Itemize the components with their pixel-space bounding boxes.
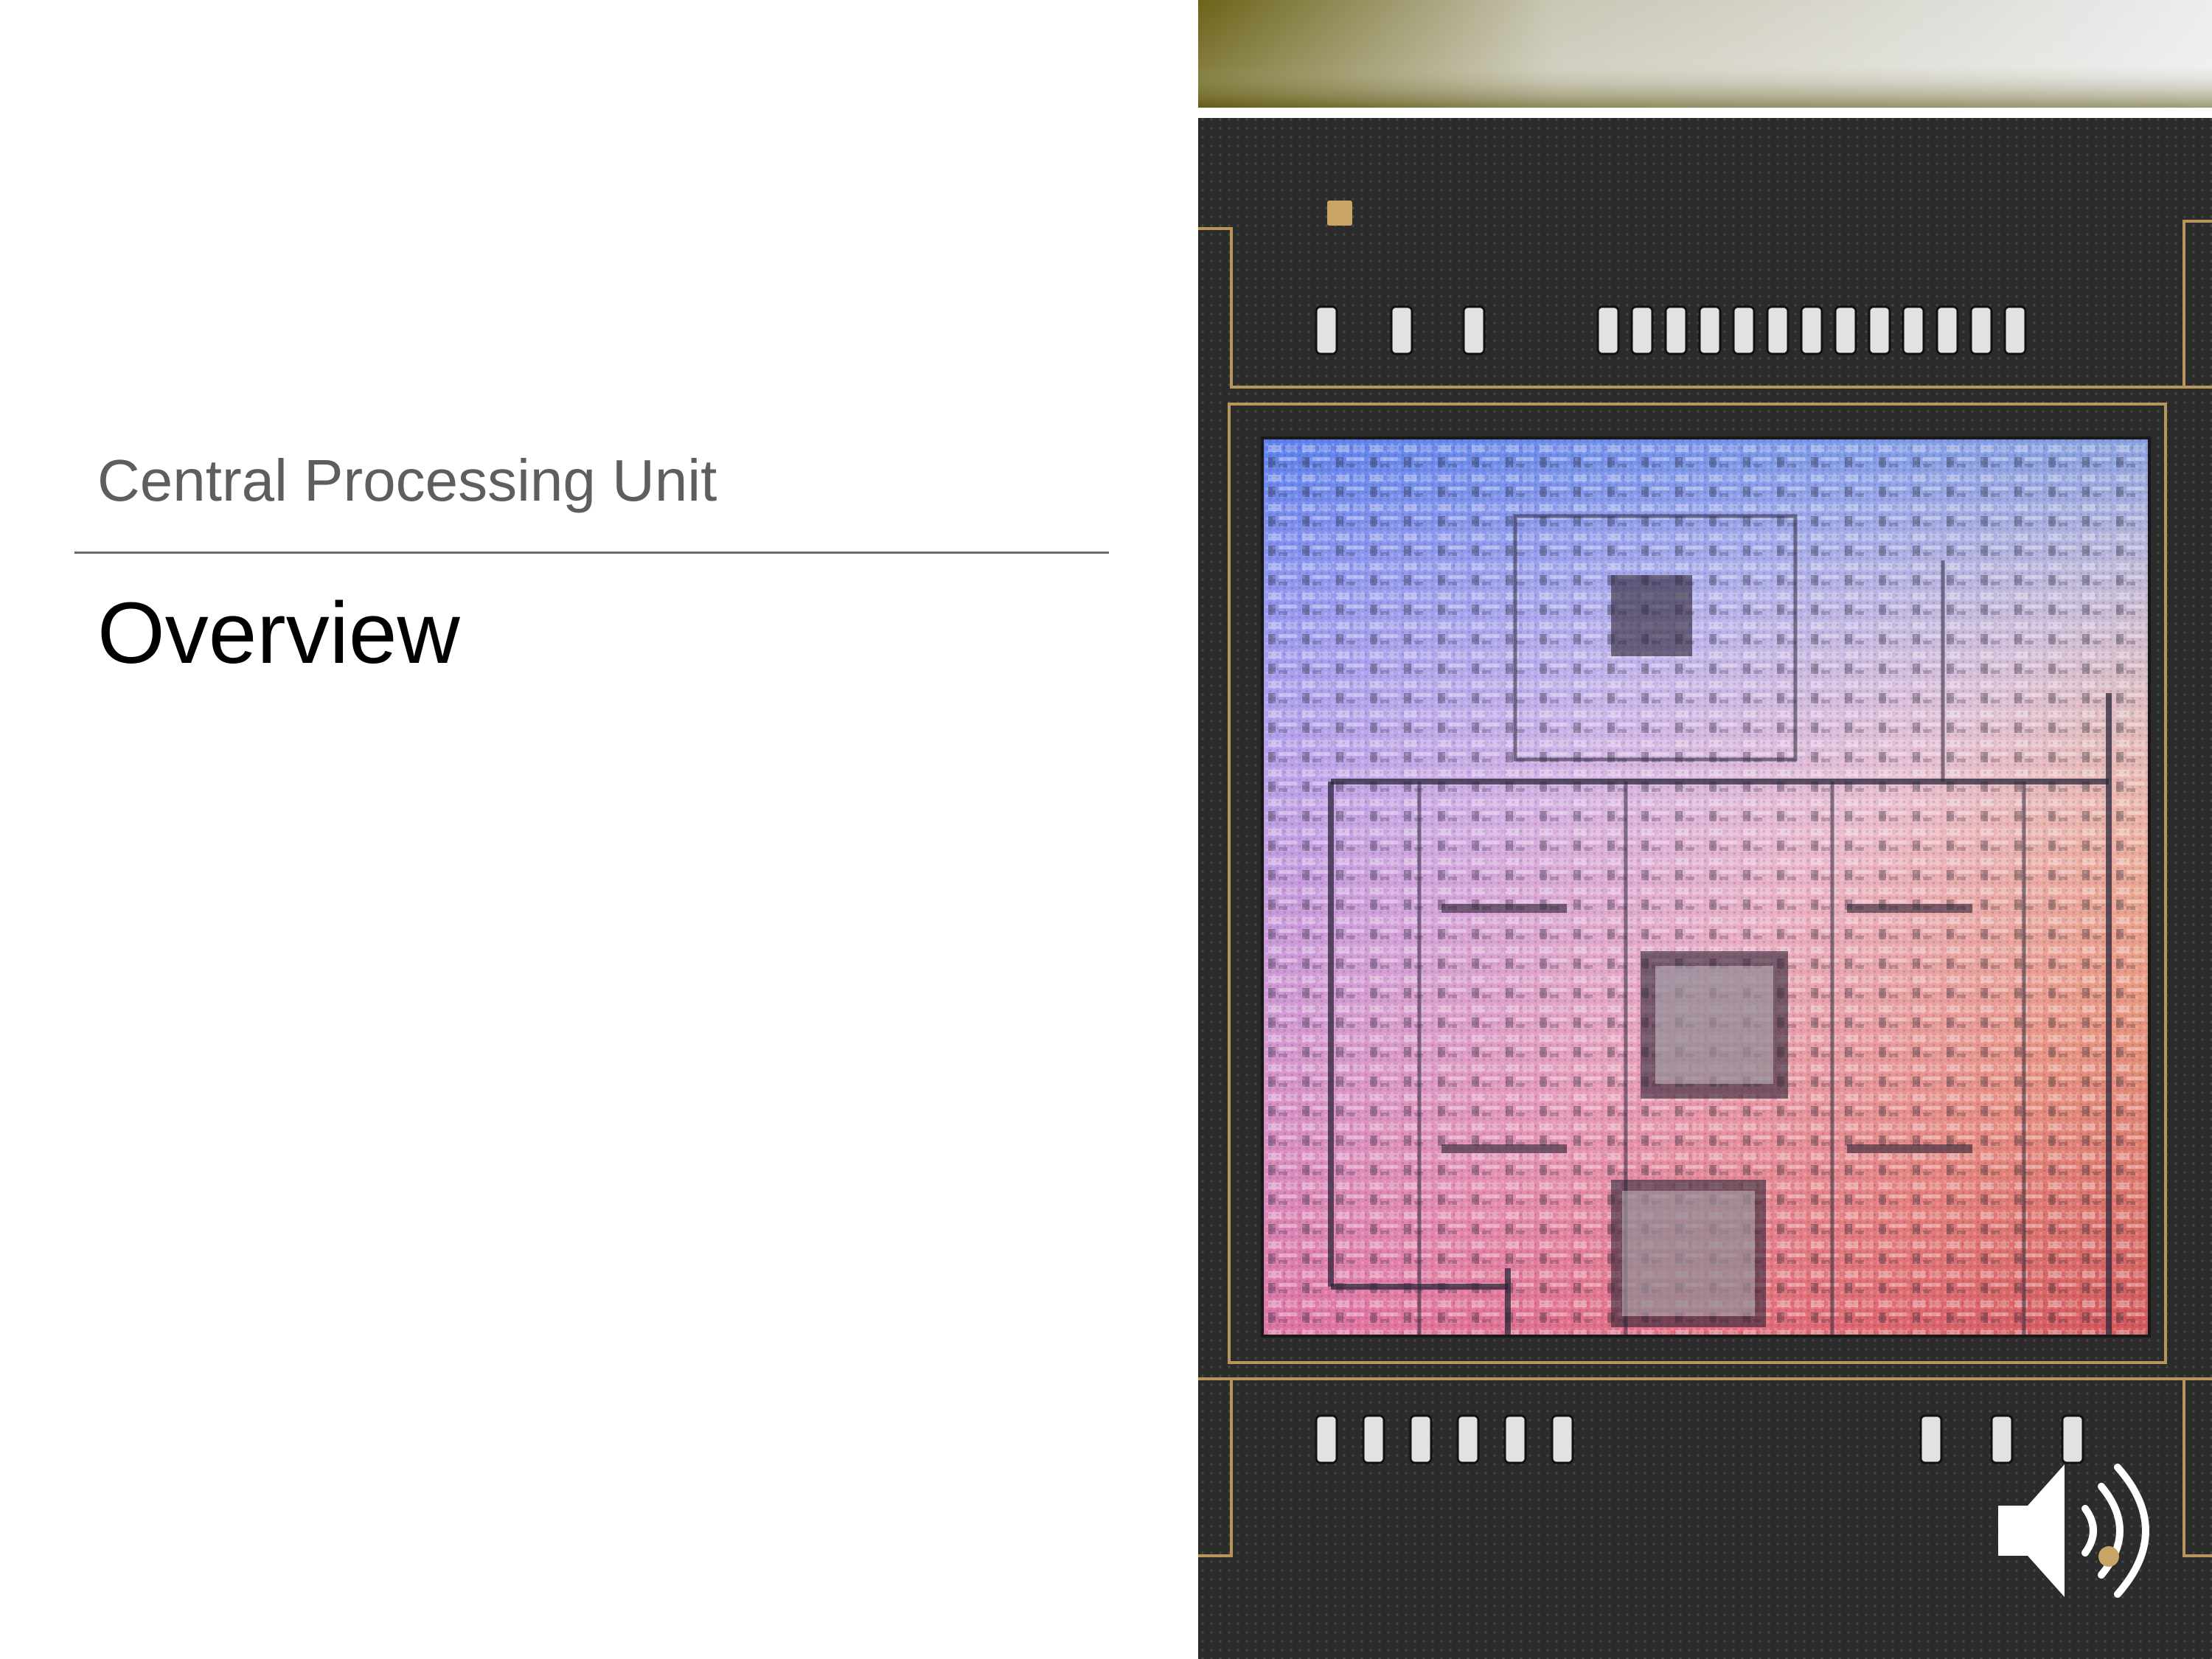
title-divider	[74, 552, 1109, 554]
slide-title: Overview	[97, 585, 460, 682]
slide: Central Processing Unit Overview	[0, 0, 2212, 1659]
chip-image	[1198, 0, 2212, 1659]
section-title: Central Processing Unit	[97, 448, 717, 513]
speaker-icon[interactable]	[1991, 1457, 2168, 1604]
